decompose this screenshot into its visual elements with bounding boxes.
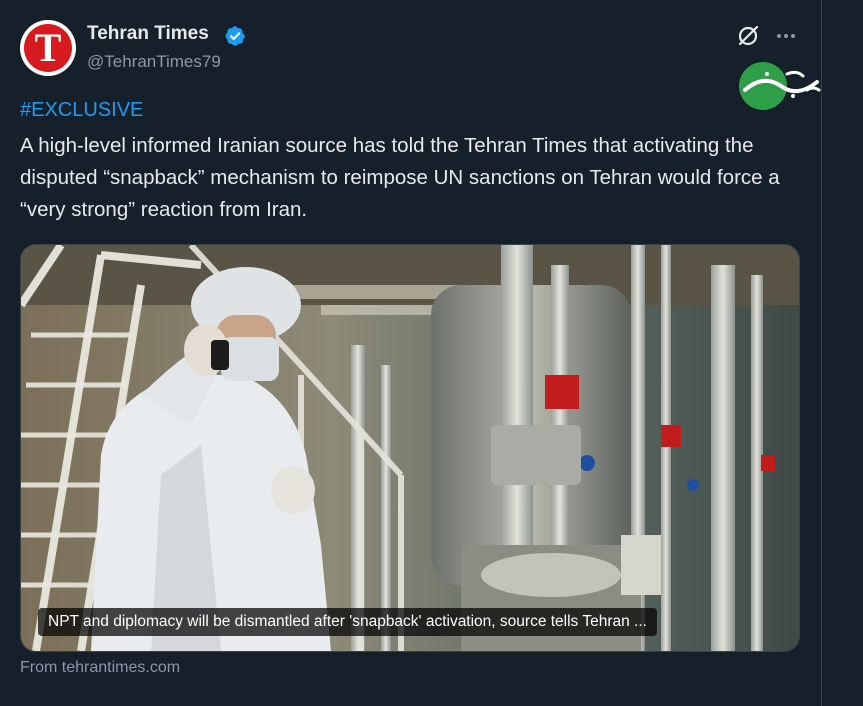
column-divider: [821, 0, 822, 706]
hashtag-link[interactable]: #EXCLUSIVE: [20, 99, 143, 122]
news-watermark-logo: [739, 62, 821, 110]
author-handle[interactable]: @TehranTimes79: [87, 52, 221, 72]
avatar-logo-letter: T: [34, 25, 62, 70]
tweet: T Tehran Times @TehranTimes79 #EXCLUSIVE…: [0, 0, 821, 706]
grok-icon[interactable]: [736, 24, 760, 48]
author-name[interactable]: Tehran Times: [87, 23, 209, 45]
tweet-text: A high-level informed Iranian source has…: [20, 134, 780, 221]
card-image: [21, 245, 799, 651]
card-source-link[interactable]: From tehrantimes.com: [20, 659, 180, 677]
link-preview-card[interactable]: NPT and diplomacy will be dismantled aft…: [20, 244, 800, 652]
more-options-icon[interactable]: [774, 24, 798, 48]
card-caption: NPT and diplomacy will be dismantled aft…: [38, 608, 657, 636]
avatar[interactable]: T: [20, 20, 76, 76]
verified-badge-icon: [225, 26, 245, 46]
